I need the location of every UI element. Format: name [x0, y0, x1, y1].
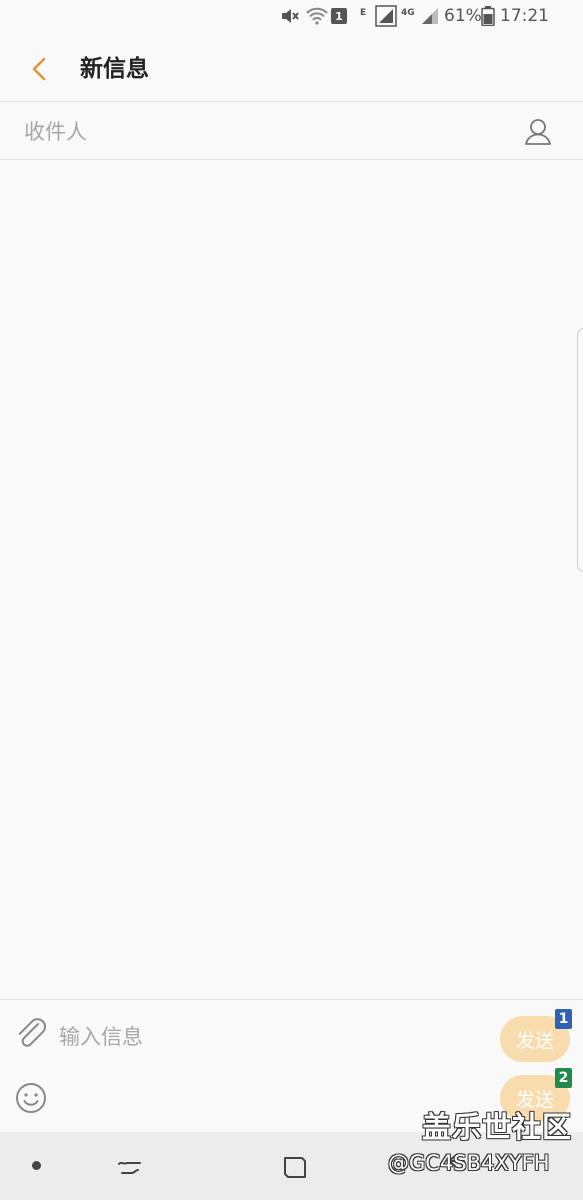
watermark-user: @GC4SB4XYFH: [388, 1151, 550, 1175]
back-arrow-icon: [32, 57, 46, 81]
battery-icon: [481, 6, 495, 26]
contact-picker-button[interactable]: [522, 116, 554, 148]
watermark-title: 盖乐世社区: [422, 1110, 573, 1144]
divider: [0, 101, 583, 102]
message-input[interactable]: [57, 1018, 481, 1056]
recents-button[interactable]: [116, 1152, 146, 1182]
clock: 17:21: [500, 6, 549, 26]
page-title: 新信息: [80, 56, 149, 82]
home-icon: [284, 1157, 306, 1178]
status-bar: 1 E 4G 61% 17:21: [0, 0, 583, 36]
wifi-icon: [306, 6, 328, 26]
emoji-button[interactable]: [14, 1081, 48, 1115]
edge-panel-handle[interactable]: [577, 328, 583, 572]
recipient-row: [0, 103, 583, 159]
network-type-4g: 4G: [401, 8, 415, 18]
sim2-badge: 2: [555, 1068, 572, 1088]
signal-icon: [375, 5, 397, 27]
sim-icon: 1: [331, 6, 347, 26]
sim1-badge: 1: [555, 1009, 572, 1029]
nav-hide-button[interactable]: [32, 1161, 41, 1170]
paperclip-icon: [18, 1018, 46, 1047]
emoji-icon: [16, 1083, 46, 1113]
battery-percent: 61%: [444, 6, 482, 26]
contact-icon: [525, 119, 551, 145]
home-button[interactable]: [280, 1152, 310, 1182]
recents-icon: [118, 1161, 141, 1174]
message-area: [0, 160, 583, 1000]
recipient-input[interactable]: [22, 113, 506, 151]
back-button[interactable]: [26, 52, 56, 86]
network-type-e: E: [360, 8, 367, 18]
signal-icon: [420, 6, 440, 26]
mute-icon: [280, 6, 300, 26]
attach-button[interactable]: [14, 1015, 48, 1051]
